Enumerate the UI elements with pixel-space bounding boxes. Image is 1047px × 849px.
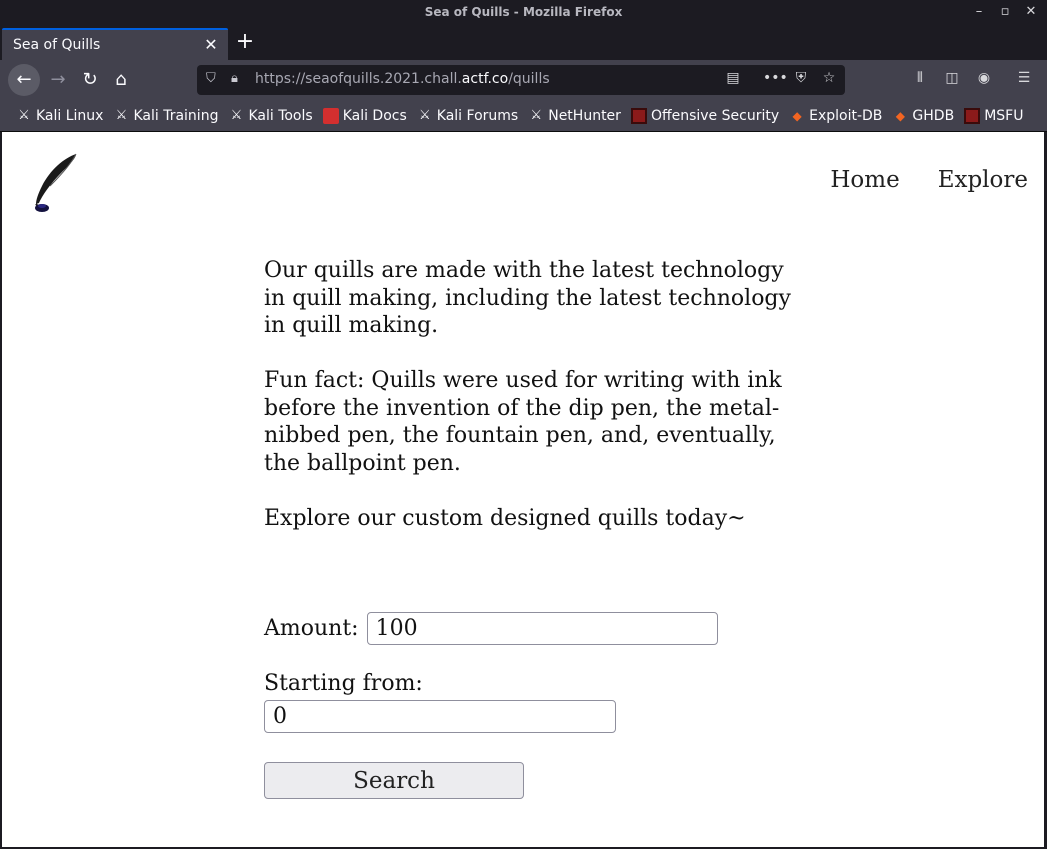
quill-logo-icon[interactable] [28,152,84,214]
lock-icon[interactable]: 🔒︎ [231,71,238,86]
reload-icon[interactable]: ↻ [74,64,106,96]
page-viewport: Home Explore Our quills are made with th… [2,132,1044,847]
kali-dragon-icon: ⚔ [530,107,543,123]
tab-sea-of-quills[interactable]: Sea of Quills ✕ [2,28,228,60]
bookmark-label: Kali Training [133,107,219,124]
library-icon[interactable]: ⫴ [909,70,931,86]
navigation-toolbar: ← → ↻ ⌂ ⛉ 🔒︎ https://seaofquills.2021.ch… [0,60,1047,100]
bookmark-ghdb[interactable]: ◆ GHDB [892,108,954,124]
account-icon[interactable]: ◉ [973,70,995,86]
url-text[interactable]: https://seaofquills.2021.chall.actf.co/q… [255,71,550,87]
window-title: Sea of Quills - Mozilla Firefox [424,5,623,19]
starting-from-label: Starting from: [264,671,423,696]
url-bar[interactable]: ⛉ 🔒︎ https://seaofquills.2021.chall.actf… [197,65,845,95]
bookmark-label: MSFU [984,107,1024,124]
bookmark-msfu[interactable]: MSFU [964,107,1024,124]
window-titlebar: Sea of Quills - Mozilla Firefox – ▫ ✕ [0,0,1047,26]
bookmark-nethunter[interactable]: ⚔ NetHunter [528,108,621,124]
intro-text: Our quills are made with the latest tech… [264,257,794,560]
offsec-icon [630,107,647,124]
bookmark-label: Kali Linux [36,107,104,124]
bookmark-label: Kali Docs [342,107,407,124]
forward-icon[interactable]: → [42,64,74,96]
kali-dragon-icon: ⚔ [230,107,243,123]
menu-icon[interactable]: ☰ [1013,70,1035,86]
url-domain: actf.co [461,71,509,87]
bookmark-label: Exploit-DB [809,107,883,124]
kali-dragon-icon: ⚔ [18,107,30,123]
tab-close-icon[interactable]: ✕ [202,35,220,54]
kali-dragon-icon: ⚔ [115,107,128,123]
home-icon[interactable]: ⌂ [105,64,137,96]
bookmark-kali-tools[interactable]: ⚔ Kali Tools [228,107,313,124]
new-tab-button[interactable]: + [234,30,256,54]
docs-icon [322,107,339,124]
bookmark-label: NetHunter [548,107,621,124]
bookmark-label: Offensive Security [650,107,780,124]
bookmark-kali-forums[interactable]: ⚔ Kali Forums [417,108,518,124]
bookmark-label: GHDB [912,107,955,124]
amount-row: Amount: [264,612,734,645]
amount-label: Amount: [264,616,359,641]
intro-paragraph-1: Our quills are made with the latest tech… [264,258,791,338]
ghdb-icon: ◆ [895,108,906,123]
more-icon[interactable]: ••• [763,70,788,86]
url-suffix: /quills [508,71,550,87]
url-prefix: https://seaofquills.2021.chall. [255,71,462,87]
maximize-button[interactable]: ▫ [997,3,1013,21]
back-icon[interactable]: ← [8,64,40,96]
intro-paragraph-3: Explore our custom designed quills today… [264,505,746,531]
exploit-db-icon: ◆ [792,108,802,123]
starting-from-input[interactable] [264,700,616,733]
shield-icon[interactable]: ⛉ [206,71,216,86]
bookmark-kali-linux[interactable]: ⚔ Kali Linux [16,108,103,124]
nav-home-link[interactable]: Home [830,167,899,193]
amount-input[interactable] [366,612,718,645]
bookmark-label: Kali Tools [248,107,313,124]
sidebar-icon[interactable]: ◫ [941,70,963,86]
tab-title: Sea of Quills [13,37,101,53]
window-controls: – ▫ ✕ [971,3,1039,21]
kali-dragon-icon: ⚔ [418,107,431,123]
pocket-icon[interactable]: ⛨ [791,70,811,86]
close-window-button[interactable]: ✕ [1023,3,1039,21]
bookmark-exploit-db[interactable]: ◆ Exploit-DB [789,107,883,124]
bookmark-kali-docs[interactable]: Kali Docs [322,107,407,124]
nav-explore-link[interactable]: Explore [938,167,1028,193]
site-nav: Home Explore [830,167,1028,193]
bookmarks-toolbar: ⚔ Kali Linux ⚔ Kali Training ⚔ Kali Tools K… [0,100,1047,131]
reader-view-icon[interactable]: ▤ [723,70,743,86]
search-button[interactable]: Search [264,762,524,799]
bookmark-offensive-security[interactable]: Offensive Security [630,107,780,124]
intro-paragraph-2: Fun fact: Quills were used for writing w… [264,368,782,476]
tab-bar: Sea of Quills ✕ + [0,26,1047,60]
bookmark-label: Kali Forums [436,107,519,124]
star-icon[interactable]: ☆ [819,70,839,86]
bookmark-kali-training[interactable]: ⚔ Kali Training [113,107,219,124]
msfu-icon [964,107,981,124]
minimize-button[interactable]: – [971,3,987,21]
